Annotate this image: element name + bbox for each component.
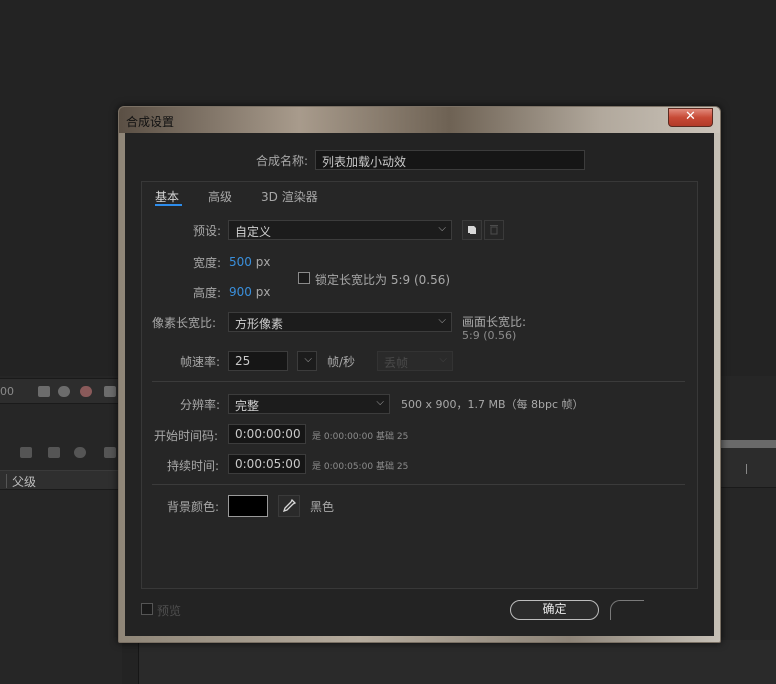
comp-name-input[interactable]: 列表加载小动效 (315, 150, 585, 170)
drop-frame-value: 丢帧 (384, 356, 409, 370)
section-divider (152, 381, 685, 382)
height-value[interactable]: 900 (229, 285, 252, 299)
trash-icon (490, 225, 498, 235)
start-timecode-base: 基础 25 (376, 432, 409, 442)
duration-is: 是 0:00:05:00 (312, 462, 374, 472)
chevron-down-icon: ⌵ (304, 354, 312, 365)
motion-blur-switch-icon[interactable] (74, 447, 86, 458)
chevron-down-icon: ⌵ (438, 315, 446, 326)
pixel-aspect-value: 方形像素 (235, 317, 284, 331)
dialog-title: 合成设置 (126, 115, 175, 129)
bg-color-swatch[interactable] (228, 495, 268, 517)
close-button[interactable]: ✕ (668, 108, 713, 127)
resolution-select[interactable]: 完整 ⌵ (228, 394, 390, 414)
resolution-info: 500 x 900，1.7 MB（每 8bpc 帧） (401, 398, 584, 411)
duration-label: 持续时间: (167, 459, 220, 473)
width-label: 宽度: (193, 256, 222, 270)
timecode-fragment: 00 (0, 385, 14, 398)
motion-blur-icon[interactable] (58, 386, 70, 397)
preview-label[interactable]: 预览 (157, 602, 181, 619)
timeline-panel-background (0, 376, 122, 684)
width-value-group[interactable]: 500 px (229, 255, 270, 269)
layer-column-header: 父级 (0, 470, 122, 490)
frame-aspect-value: 5:9 (0.56) (462, 329, 517, 342)
start-timecode-is: 是 0:00:00:00 (312, 432, 374, 442)
chevron-down-icon: ⌵ (438, 223, 446, 234)
start-timecode-label: 开始时间码: (154, 429, 219, 443)
graph-icon[interactable] (104, 386, 116, 397)
lock-aspect-checkbox[interactable] (298, 272, 310, 284)
color-wheel-icon[interactable] (80, 386, 92, 397)
preset-value: 自定义 (235, 225, 272, 239)
camera-icon[interactable] (38, 386, 50, 397)
delete-preset-button[interactable] (484, 220, 504, 240)
bg-color-label: 背景颜色: (167, 500, 220, 514)
bottom-panel (138, 640, 776, 684)
width-unit: px (255, 255, 271, 269)
height-label: 高度: (193, 286, 222, 300)
save-preset-button[interactable] (462, 220, 482, 240)
active-tab-indicator (155, 204, 182, 206)
chevron-down-icon: ⌵ (439, 354, 447, 365)
width-value[interactable]: 500 (229, 255, 252, 269)
frame-rate-dropdown[interactable]: ⌵ (297, 351, 317, 371)
eyedropper-button[interactable] (278, 495, 300, 517)
composition-settings-dialog: 合成设置 ✕ 合成名称: 列表加载小动效 基本 高级 3D 渲染器 预设: 自定… (118, 106, 721, 643)
ok-button[interactable]: 确定 (510, 600, 599, 620)
comp-name-label: 合成名称: (256, 154, 309, 168)
dialog-body: 合成名称: 列表加载小动效 基本 高级 3D 渲染器 预设: 自定义 ⌵ 宽度:… (125, 133, 714, 636)
height-value-group[interactable]: 900 px (229, 285, 270, 299)
duration-input[interactable]: 0:00:05:00 (228, 454, 306, 474)
layer-switch-row (0, 440, 122, 466)
cancel-button[interactable] (610, 600, 644, 620)
resolution-value: 完整 (235, 399, 260, 413)
bg-color-name: 黑色 (310, 500, 335, 514)
save-preset-icon (467, 226, 476, 235)
lock-aspect-label[interactable]: 锁定长宽比为 5:9 (0.56) (315, 271, 450, 288)
frame-rate-input[interactable]: 25 (228, 351, 288, 371)
section-divider (152, 484, 685, 485)
pixel-aspect-label: 像素长宽比: (152, 316, 217, 330)
start-timecode-input[interactable]: 0:00:00:00 (228, 424, 306, 444)
dialog-titlebar[interactable]: 合成设置 ✕ (119, 107, 720, 133)
composition-panel-background (720, 376, 776, 684)
height-unit: px (255, 285, 271, 299)
playhead-icon[interactable] (746, 464, 747, 474)
frame-rate-label: 帧速率: (180, 355, 221, 369)
eyedropper-icon (282, 498, 297, 513)
tab-advanced[interactable]: 高级 (208, 188, 232, 205)
preset-label: 预设: (193, 224, 222, 238)
chevron-down-icon: ⌵ (376, 397, 384, 408)
pixel-aspect-select[interactable]: 方形像素 ⌵ (228, 312, 452, 332)
frame-rate-unit: 帧/秒 (327, 355, 356, 369)
duration-base: 基础 25 (376, 462, 409, 472)
timeline-toolbar: 00 (0, 378, 122, 404)
parent-column-label: 父级 (12, 475, 37, 489)
tab-3d-renderer[interactable]: 3D 渲染器 (261, 188, 318, 205)
resolution-label: 分辨率: (180, 398, 221, 412)
frame-blend-icon[interactable] (48, 447, 60, 458)
preview-checkbox[interactable] (141, 603, 153, 615)
shy-icon[interactable] (20, 447, 32, 458)
timeline-scroll-bar[interactable] (720, 440, 776, 448)
preset-select[interactable]: 自定义 ⌵ (228, 220, 452, 240)
adjustment-icon[interactable] (104, 447, 116, 458)
tab-basic[interactable]: 基本 (155, 188, 179, 205)
frame-aspect-label: 画面长宽比: (462, 315, 527, 329)
time-ruler[interactable] (720, 448, 776, 488)
drop-frame-select: 丢帧 ⌵ (377, 351, 453, 371)
settings-panel: 基本 高级 3D 渲染器 预设: 自定义 ⌵ 宽度: 500 px 高度: 90… (141, 181, 698, 589)
close-icon: ✕ (685, 109, 696, 124)
